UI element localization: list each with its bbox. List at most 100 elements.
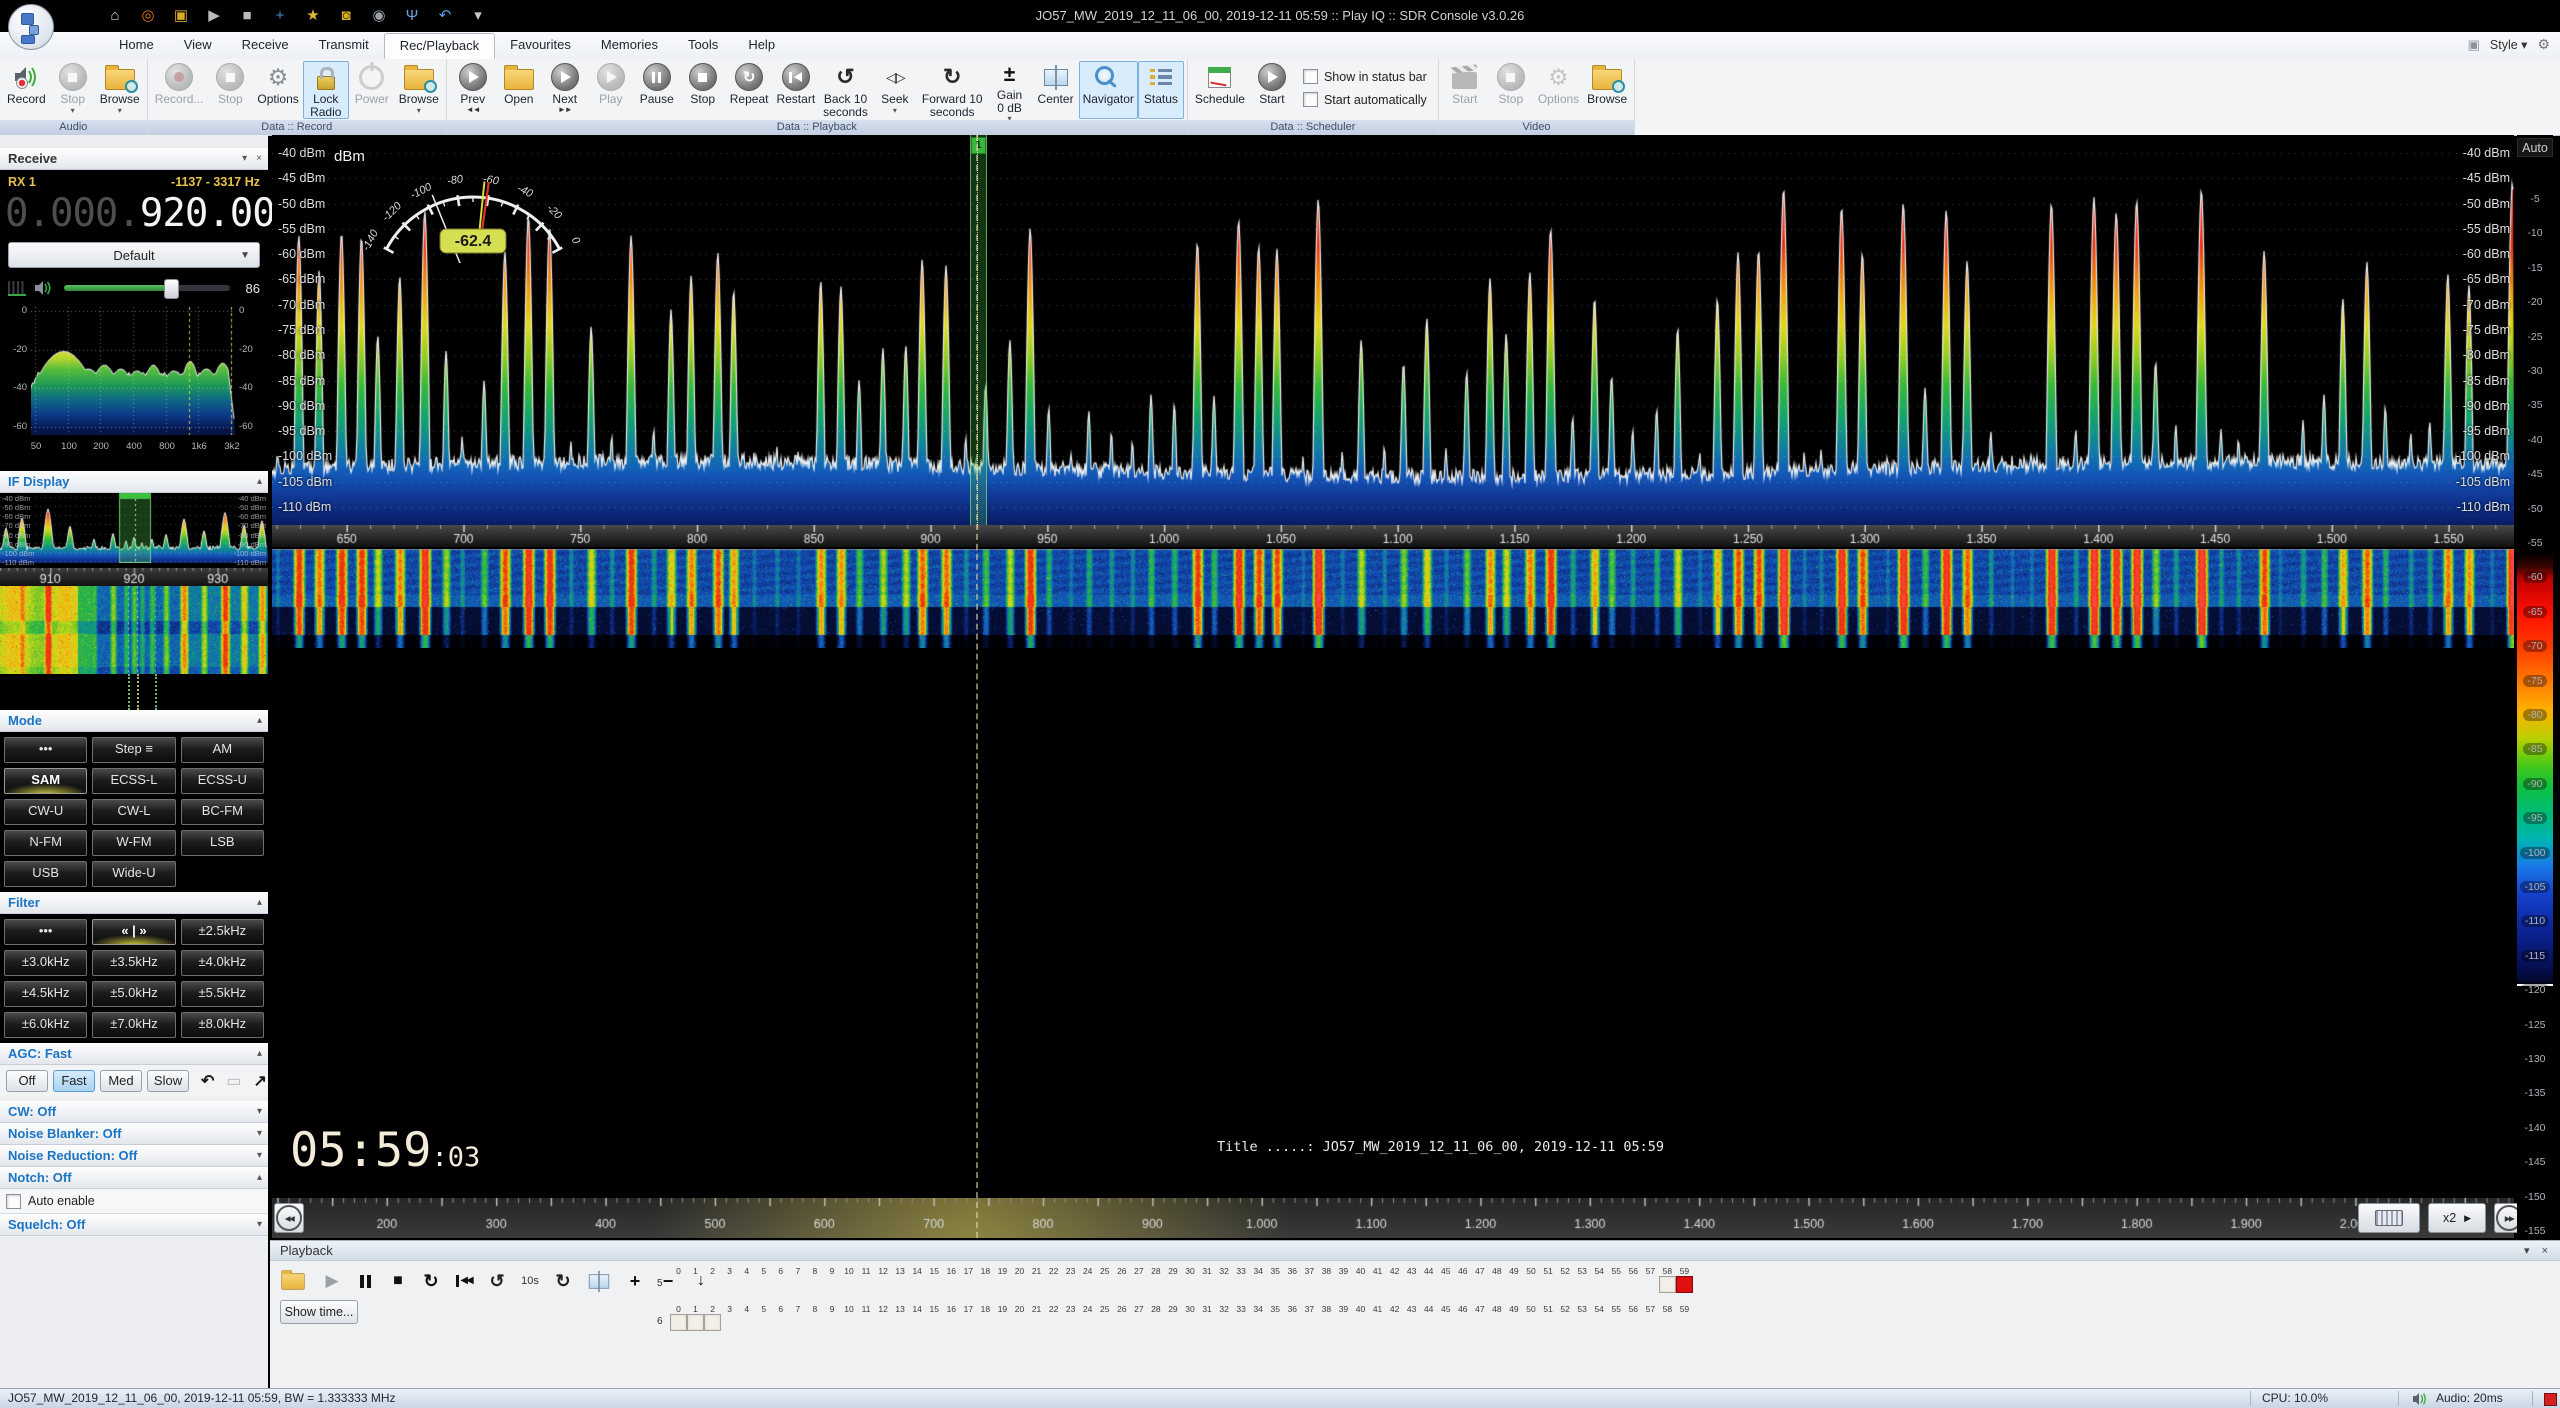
panel-close-icon[interactable]: × bbox=[256, 149, 262, 168]
navigator-button[interactable]: Navigator bbox=[1079, 61, 1138, 119]
panel-close-icon[interactable]: × bbox=[2542, 1241, 2548, 1261]
notch-off-header[interactable]: Notch: Off▴ bbox=[0, 1167, 268, 1189]
mode-ecss-l[interactable]: ECSS-L bbox=[92, 768, 175, 794]
mode-usb[interactable]: USB bbox=[4, 861, 87, 887]
tab-home[interactable]: Home bbox=[104, 32, 169, 59]
open-folder-icon[interactable]: ▣ bbox=[172, 6, 190, 26]
record-button[interactable]: Record... bbox=[151, 61, 208, 119]
mode-cw-l[interactable]: CW-L bbox=[92, 799, 175, 825]
mode-cw-u[interactable]: CW-U bbox=[4, 799, 87, 825]
show-in-status-bar-checkbox[interactable]: Show in status bar bbox=[1303, 69, 1427, 84]
collapse-icon[interactable]: ▴ bbox=[257, 711, 262, 730]
recording-cell[interactable] bbox=[670, 1314, 687, 1331]
filter-2-5khz[interactable]: ±2.5kHz bbox=[181, 919, 264, 945]
browse-button[interactable]: Browse▾ bbox=[96, 61, 144, 119]
filter-item[interactable]: « | » bbox=[92, 919, 175, 945]
recording-cell[interactable] bbox=[704, 1314, 721, 1331]
spectrum-frequency-ruler[interactable] bbox=[272, 525, 2514, 547]
status-button[interactable]: Status bbox=[1138, 61, 1184, 119]
audio-spectrum-canvas[interactable] bbox=[31, 307, 235, 435]
filter-item[interactable]: ••• bbox=[4, 919, 87, 945]
waterfall-canvas[interactable] bbox=[272, 549, 2514, 648]
pause-button[interactable]: Pause bbox=[634, 61, 680, 119]
panel-collapse-icon[interactable]: ▾ bbox=[242, 149, 247, 168]
help-icon[interactable]: ◎ bbox=[139, 6, 157, 26]
style-button[interactable]: Style ▾ bbox=[2490, 37, 2528, 52]
agc-preset-icon[interactable]: ▭ bbox=[226, 1071, 241, 1091]
gain-0-db-button[interactable]: ±Gain 0 dB▾ bbox=[987, 61, 1033, 119]
overview-frequency-ruler[interactable]: ◀◀ x2▶ ▶▶ bbox=[272, 1198, 2514, 1238]
next-button[interactable]: Next►► bbox=[542, 61, 588, 119]
stop-button[interactable]: Stop bbox=[680, 61, 726, 119]
tab-favourites[interactable]: Favourites bbox=[495, 32, 586, 59]
back-10-seconds-button[interactable]: ↺Back 10 seconds bbox=[819, 61, 872, 119]
seek-button[interactable]: ◁▷Seek▾ bbox=[872, 61, 918, 119]
stop-button[interactable]: Stop bbox=[207, 61, 253, 119]
options-button[interactable]: ⚙Options bbox=[253, 61, 302, 119]
volume-slider[interactable] bbox=[64, 285, 230, 291]
collapse-icon[interactable]: ▴ bbox=[257, 472, 262, 491]
playback-panel-header[interactable]: Playback ▾× bbox=[270, 1240, 2560, 1261]
forward-10s-button[interactable]: ↻ bbox=[554, 1271, 572, 1292]
stop-icon[interactable]: ■ bbox=[238, 6, 256, 26]
collapse-icon[interactable]: ▾ bbox=[257, 1102, 262, 1121]
undo-icon[interactable]: ↶ bbox=[436, 6, 454, 26]
if-spectrum-canvas[interactable] bbox=[0, 493, 268, 563]
play-icon[interactable]: ▶ bbox=[205, 6, 223, 26]
agc-med-button[interactable]: Med bbox=[100, 1070, 142, 1092]
filter-8-0khz[interactable]: ±8.0kHz bbox=[181, 1012, 264, 1038]
collapse-icon[interactable]: ▾ bbox=[257, 1124, 262, 1143]
lock-radio-button[interactable]: Lock Radio bbox=[303, 61, 349, 119]
favourite-icon[interactable]: ★ bbox=[304, 6, 322, 26]
mode-ecss-u[interactable]: ECSS-U bbox=[181, 768, 264, 794]
volume-knob[interactable] bbox=[164, 279, 179, 299]
recording-cell[interactable] bbox=[1659, 1276, 1676, 1293]
tab-transmit[interactable]: Transmit bbox=[304, 32, 384, 59]
app-logo-button[interactable] bbox=[8, 4, 54, 50]
agc-header[interactable]: AGC: Fast ▴ bbox=[0, 1043, 268, 1065]
channel-marker[interactable]: 1 bbox=[970, 135, 987, 525]
pause-button[interactable] bbox=[356, 1275, 374, 1288]
play-button[interactable]: ▶ bbox=[323, 1271, 341, 1291]
agc-fast-button[interactable]: Fast bbox=[53, 1070, 95, 1092]
waterfall-color-scale[interactable]: Auto -5-10-15-20-25-30-35-40-45-50-55-60… bbox=[2517, 135, 2553, 1238]
mode-am[interactable]: AM bbox=[181, 737, 264, 763]
agc-slow-button[interactable]: Slow bbox=[147, 1070, 189, 1092]
tab-receive[interactable]: Receive bbox=[227, 32, 304, 59]
collapse-icon[interactable]: ▴ bbox=[257, 1168, 262, 1187]
more-icon[interactable]: ▾ bbox=[469, 6, 487, 26]
frequency-display[interactable]: 0.000.920.000 bbox=[5, 189, 263, 239]
back-10s-button[interactable]: ↺ bbox=[488, 1271, 506, 1292]
mode-header[interactable]: Mode ▴ bbox=[0, 710, 268, 732]
browse-button[interactable]: Browse bbox=[1583, 61, 1631, 119]
repeat-button[interactable]: ↻Repeat bbox=[726, 61, 773, 119]
record-button[interactable]: Record bbox=[3, 61, 50, 119]
play-button[interactable]: Play bbox=[588, 61, 634, 119]
recording-cell[interactable] bbox=[687, 1314, 704, 1331]
zoom-button[interactable]: x2▶ bbox=[2428, 1203, 2486, 1233]
filter-4-5khz[interactable]: ±4.5kHz bbox=[4, 981, 87, 1007]
if-waterfall-canvas[interactable] bbox=[0, 586, 268, 674]
noise-blanker-off-header[interactable]: Noise Blanker: Off▾ bbox=[0, 1123, 268, 1145]
collapse-icon[interactable]: ▾ bbox=[257, 1146, 262, 1165]
preset-dropdown[interactable]: Default▼ bbox=[8, 242, 260, 268]
filter-5-5khz[interactable]: ±5.5kHz bbox=[181, 981, 264, 1007]
tab-rec-playback[interactable]: Rec/Playback bbox=[384, 33, 495, 59]
agc-undo-icon[interactable]: ↶ bbox=[201, 1071, 214, 1091]
tab-tools[interactable]: Tools bbox=[673, 32, 733, 59]
panel-collapse-icon[interactable]: ▾ bbox=[2524, 1241, 2530, 1261]
auto-scale-button[interactable]: Auto bbox=[2517, 138, 2553, 157]
filter-7-0khz[interactable]: ±7.0kHz bbox=[92, 1012, 175, 1038]
filter-3-0khz[interactable]: ±3.0kHz bbox=[4, 950, 87, 976]
mode-w-fm[interactable]: W-FM bbox=[92, 830, 175, 856]
lock-icon[interactable]: ◙ bbox=[337, 6, 355, 26]
options-button[interactable]: ⚙Options bbox=[1534, 61, 1583, 119]
recording-cell-current[interactable] bbox=[1676, 1276, 1693, 1293]
checkbox-box[interactable] bbox=[1303, 92, 1318, 107]
channel-marker-badge[interactable]: 1 bbox=[971, 137, 986, 154]
if-frequency-ruler[interactable] bbox=[0, 568, 268, 586]
tab-help[interactable]: Help bbox=[733, 32, 790, 59]
settings-gear-icon[interactable]: ⚙ bbox=[2537, 36, 2550, 53]
center-button[interactable]: Center bbox=[1033, 61, 1079, 119]
filter-5-0khz[interactable]: ±5.0kHz bbox=[92, 981, 175, 1007]
